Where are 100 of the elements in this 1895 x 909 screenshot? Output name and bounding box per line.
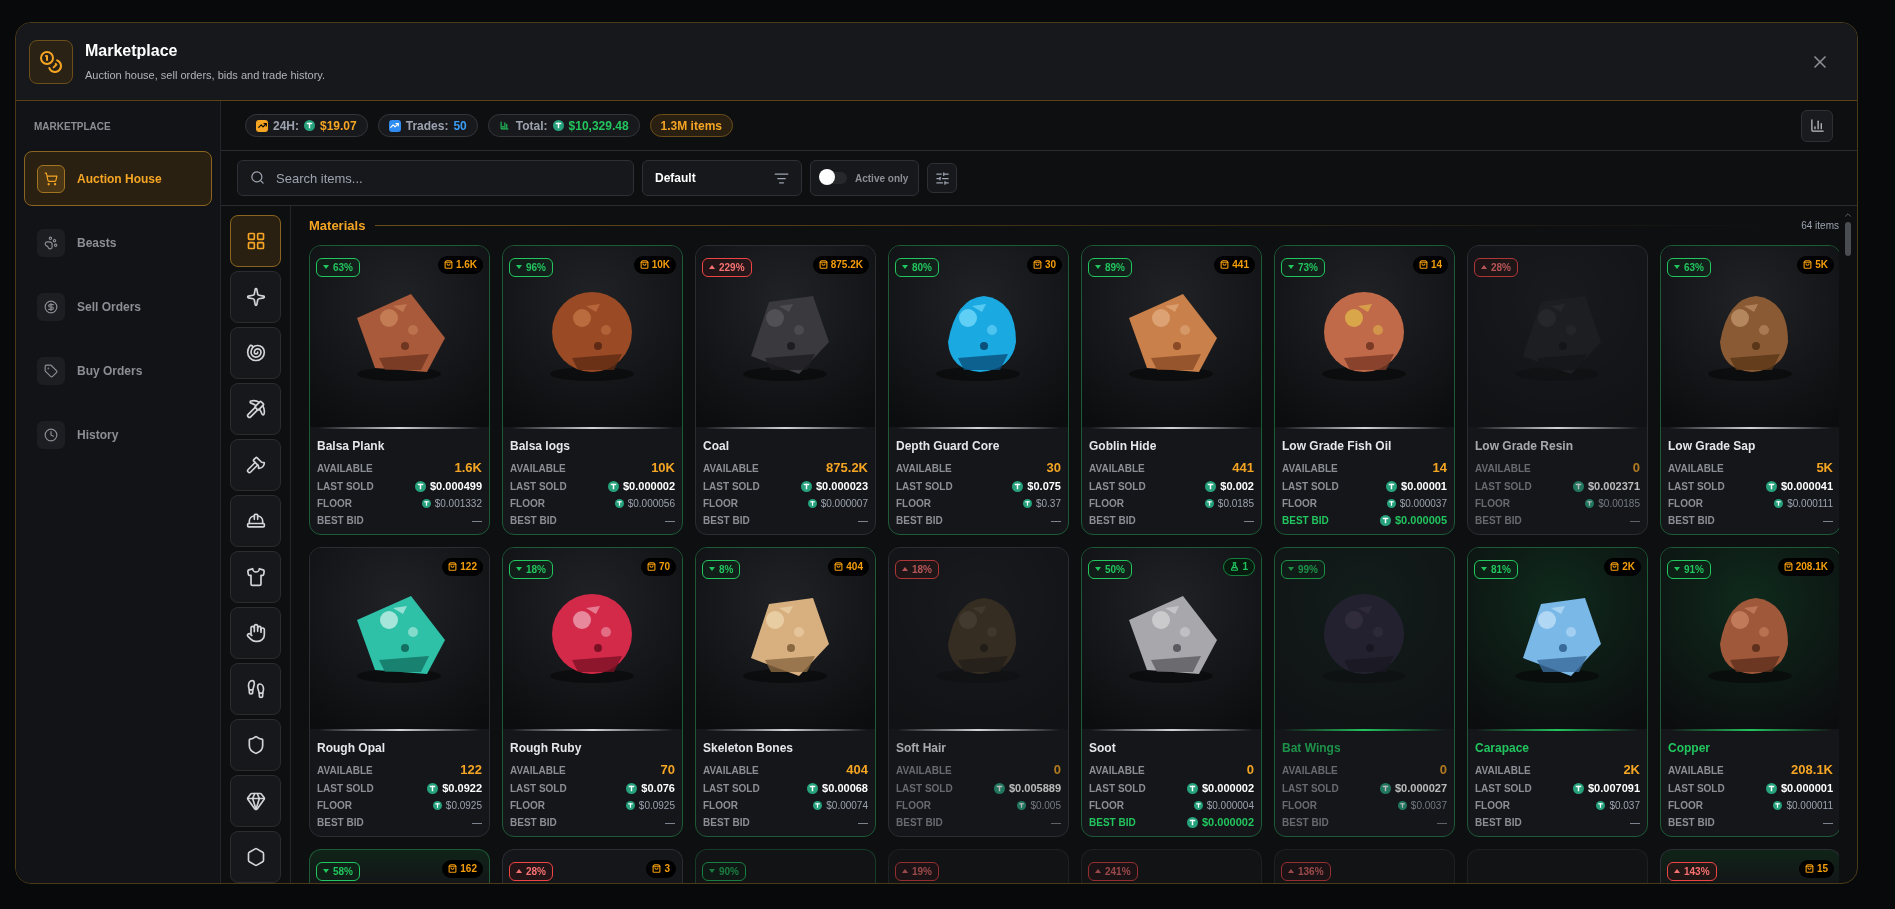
category-button[interactable] [230,439,281,491]
item-card[interactable]: 50% 1 Soot AVAILABLE 0 LAST SOLD $0.000002 FLOOR $0.000004 BEST BID $0.000002 [1081,547,1262,837]
stat-value: — [1244,514,1254,528]
category-button[interactable] [230,663,281,715]
category-button[interactable] [230,551,281,603]
item-card[interactable]: 18% 70 Rough Ruby AVAILABLE 70 LAST SOLD $0.076 FLOOR $0.0925 BEST BID — [502,547,683,837]
active-only-toggle[interactable] [821,172,847,184]
stat-label: BEST BID [1282,816,1329,830]
caret-up-icon [1288,869,1294,873]
sidebar-item[interactable]: Buy Orders [24,343,212,398]
token-icon [1012,481,1024,492]
hand-icon [245,623,266,643]
token-icon [994,783,1005,794]
change-badge: 89% [1088,257,1132,277]
item-card[interactable]: 63% 1.6K Balsa Plank AVAILABLE 1.6K LAST SOLD $0.000499 FLOOR $0.001332 BEST BID — [309,245,490,535]
category-button[interactable] [230,775,281,827]
stat-value: — [1437,816,1447,830]
item-card[interactable]: 229% 875.2K Coal AVAILABLE 875.2K LAST SOLD $0.000023 FLOOR $0.000007 BEST BID — [695,245,876,535]
search-icon [250,170,265,185]
stat-label: FLOOR [703,497,738,511]
change-badge: 28% [1474,257,1518,277]
sidebar-item[interactable]: History [24,407,212,462]
category-button[interactable] [230,215,281,267]
change-badge: 241% [1088,861,1138,881]
token-icon [1573,481,1584,492]
stock-badge: 15 [1798,859,1834,878]
caret-down-icon [1288,265,1294,269]
stat-value: $0.002371 [1588,479,1640,495]
category-button[interactable] [230,495,281,547]
sort-select[interactable]: Default [642,160,802,196]
item-name: Low Grade Sap [1668,438,1757,455]
stat-label: Trades: [405,117,449,135]
stat-value: 0 [1632,459,1640,478]
bag-icon [646,562,656,571]
stat-label: AVAILABLE [1668,461,1724,476]
stat-value: — [1051,514,1061,528]
stat-label: LAST SOLD [510,782,567,796]
token-icon [801,481,812,492]
stat-value: $0.000111 [1787,497,1833,511]
caret-up-icon [902,567,908,571]
item-card[interactable]: 18% Soft Hair AVAILABLE 0 LAST SOLD $0.005889 FLOOR $0.005 BEST BID — [888,547,1069,837]
stat-label: LAST SOLD [1282,480,1339,494]
item-card[interactable]: 91% 208.1K Copper AVAILABLE 208.1K LAST SOLD $0.000001 FLOOR $0.000011 BEST BID — [1660,547,1839,837]
stat-label: AVAILABLE [317,461,373,476]
caret-down-icon [323,869,329,873]
filter-button[interactable] [927,163,958,193]
category-button[interactable] [230,271,281,323]
stat-label: LAST SOLD [703,782,760,796]
stat-label: FLOOR [1282,497,1317,511]
item-card[interactable]: 122 Rough Opal AVAILABLE 122 LAST SOLD $0.0922 FLOOR $0.0925 BEST BID — [309,547,490,837]
search-field[interactable]: Search items... [237,160,634,196]
stat-label: BEST BID [896,514,943,528]
category-button[interactable] [230,383,281,435]
category-button[interactable] [230,719,281,771]
sidebar-item[interactable]: Auction House [24,151,212,206]
stat-label: FLOOR [1089,799,1124,813]
bag-icon [639,260,649,269]
stat-value: — [1823,514,1833,528]
caret-down-icon [709,869,715,873]
chart-button[interactable] [1801,109,1833,142]
paw-icon [37,228,65,257]
change-badge: 81% [1474,559,1518,579]
item-card[interactable]: 81% 2K Carapace AVAILABLE 2K LAST SOLD $0.007091 FLOOR $0.037 BEST BID — [1467,547,1648,837]
stat-label: BEST BID [703,816,750,830]
item-card[interactable]: 80% 30 Depth Guard Core AVAILABLE 30 LAST SOLD $0.075 FLOOR $0.37 BEST BID — [888,245,1069,535]
caret-down-icon [1095,567,1101,571]
caret-down-icon [709,567,715,571]
item-card[interactable]: 89% 441 Goblin Hide AVAILABLE 441 LAST SOLD $0.002 FLOOR $0.0185 BEST BID — [1081,245,1262,535]
sidebar-item[interactable]: Beasts [24,215,212,270]
item-card[interactable]: 73% 14 Low Grade Fish Oil AVAILABLE 14 LAST SOLD $0.00001 FLOOR $0.000037 BEST BID $0.000005 [1274,245,1455,535]
item-card[interactable]: 90% [695,849,876,883]
item-card[interactable]: 58% 162 [309,849,490,883]
category-button[interactable] [230,607,281,659]
sidebar-item[interactable]: Sell Orders [24,279,212,334]
cart-icon [37,164,65,193]
token-icon [1017,801,1027,810]
scrollbar-thumb[interactable] [1845,222,1851,256]
coins-icon [39,49,63,74]
item-card[interactable]: 96% 10K Balsa logs AVAILABLE 10K LAST SOLD $0.000002 FLOOR $0.000056 BEST BID — [502,245,683,535]
category-button[interactable] [230,831,281,883]
caret-up-icon [516,869,522,873]
stat-label: LAST SOLD [896,480,953,494]
stat-label: BEST BID [1089,816,1136,830]
stat-label: 24H: [273,117,299,135]
bag-icon [1783,562,1793,571]
item-card[interactable]: 63% 5K Low Grade Sap AVAILABLE 5K LAST SOLD $0.000041 FLOOR $0.000111 BEST BID — [1660,245,1839,535]
item-card[interactable]: 8% 404 Skeleton Bones AVAILABLE 404 LAST SOLD $0.00068 FLOOR $0.00074 BEST BID — [695,547,876,837]
stat-label: LAST SOLD [317,480,374,494]
item-name: Bat Wings [1282,740,1342,757]
settings-icon [934,170,950,186]
item-card[interactable]: 99% Bat Wings AVAILABLE 0 LAST SOLD $0.000027 FLOOR $0.0037 BEST BID — [1274,547,1455,837]
stat-value: — [1051,816,1061,830]
item-card[interactable]: 28% Low Grade Resin AVAILABLE 0 LAST SOLD $0.002371 FLOOR $0.00185 BEST BID — [1467,245,1648,535]
item-card[interactable]: 143% 15 [1660,849,1839,883]
item-name: Carapace [1475,740,1531,757]
item-card[interactable]: 28% 3 [502,849,683,883]
category-button[interactable] [230,327,281,379]
stat-value: 0 [1246,761,1254,780]
change-badge: 229% [702,257,752,277]
stat-label: FLOOR [1282,799,1317,813]
